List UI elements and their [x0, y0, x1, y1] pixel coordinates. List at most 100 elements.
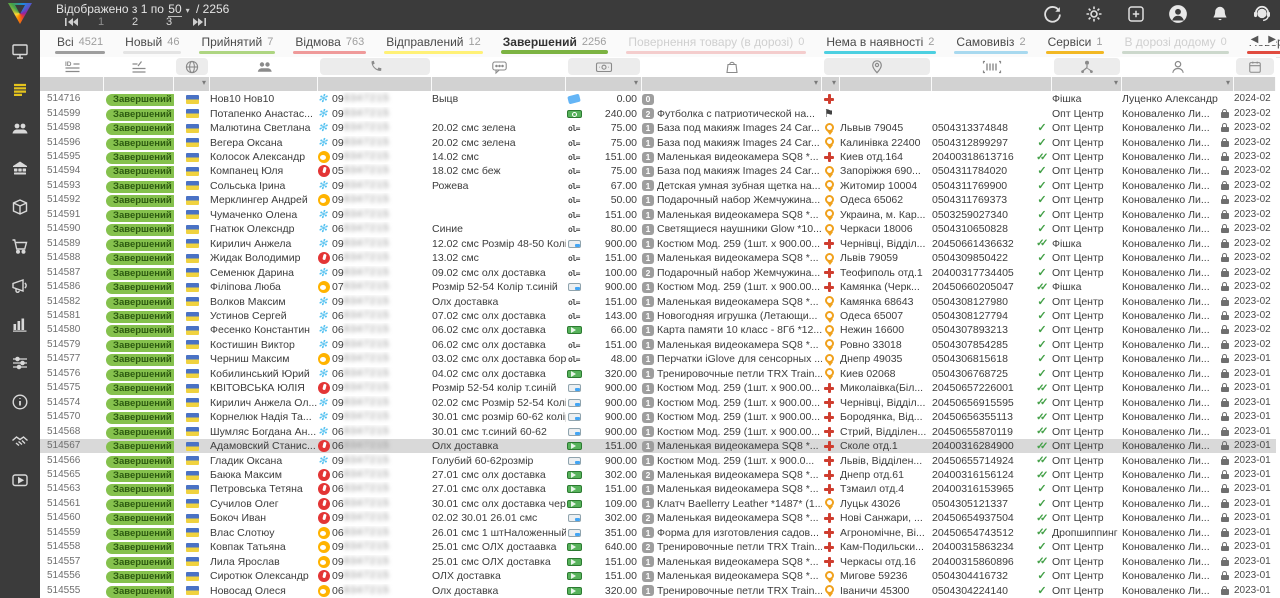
filter-id[interactable] — [40, 77, 104, 91]
filter-tracking[interactable] — [932, 77, 1052, 91]
last-page-button[interactable] — [186, 16, 212, 28]
filter-comment[interactable] — [432, 77, 566, 91]
table-row[interactable]: 514567 Завершений Адамовский Станис... 0… — [40, 439, 1276, 453]
partners-handshake-icon[interactable] — [9, 430, 31, 452]
column-customer-header[interactable] — [210, 58, 318, 75]
automation-sliders-icon[interactable] — [9, 352, 31, 374]
filter-delivery[interactable] — [822, 77, 840, 91]
products-box-icon[interactable] — [9, 196, 31, 218]
tab-Сервіси[interactable]: Сервіси1 — [1037, 30, 1114, 57]
table-row[interactable]: 514563 Завершений Петровська Тетяна 06 2… — [40, 482, 1276, 496]
page-number[interactable]: 3 — [152, 16, 186, 28]
table-row[interactable]: 514589 Завершений Кирилич Анжела 09 12.0… — [40, 237, 1276, 251]
table-row[interactable]: 514561 Завершений Сучилов Олег 06 30.01 … — [40, 497, 1276, 511]
table-row[interactable]: 514557 Завершений Лила Ярослав 09 25.01 … — [40, 555, 1276, 569]
table-row[interactable]: 514566 Завершений Гладик Оксана 09 Голуб… — [40, 453, 1276, 467]
table-row[interactable]: 514598 Завершений Малютина Светлана 09 2… — [40, 121, 1276, 135]
per-page-select[interactable]: 50 — [168, 2, 181, 17]
page-number[interactable]: 2 — [118, 16, 152, 28]
table-row[interactable]: 514596 Завершений Вегера Оксана 09 20.02… — [40, 135, 1276, 149]
filter-phone[interactable] — [318, 77, 432, 91]
table-row[interactable]: 514565 Завершений Баюка Максим 06 27.01 … — [40, 468, 1276, 482]
filter-manager[interactable] — [1122, 77, 1234, 91]
table-row[interactable]: 514558 Завершений Ковпак Татьяна 09 25.0… — [40, 540, 1276, 554]
video-tutorials-icon[interactable] — [9, 469, 31, 491]
tabs-scroll-right-icon[interactable]: ▶ — [1268, 34, 1276, 45]
table-row[interactable]: 514590 Завершений Гнатюк Олексндр 06 Син… — [40, 222, 1276, 236]
column-phone-header[interactable] — [320, 58, 430, 75]
table-row[interactable]: 514599 Завершений Потапенко Анастас... 0… — [40, 106, 1276, 120]
column-comment-header[interactable] — [432, 58, 566, 75]
table-row[interactable]: 514570 Завершений Корнелюк Надія Та... 0… — [40, 410, 1276, 424]
column-country-header[interactable] — [176, 58, 208, 75]
table-row[interactable]: 514591 Завершений Чумаченко Олена 09 151… — [40, 208, 1276, 222]
customers-icon[interactable] — [9, 118, 31, 140]
account-avatar-icon[interactable] — [1168, 4, 1188, 24]
filter-city[interactable] — [840, 77, 932, 91]
table-row[interactable]: 514594 Завершений Компанец Юля 05 18.02 … — [40, 164, 1276, 178]
table-row[interactable]: 514579 Завершений Костишин Виктор 09 06.… — [40, 338, 1276, 352]
tab-Всі[interactable]: Всі4521 — [46, 30, 114, 57]
filter-channel[interactable] — [1052, 77, 1122, 91]
refresh-icon[interactable] — [1042, 4, 1062, 24]
table-row[interactable]: 514593 Завершений Сольська Ірина 09 Роже… — [40, 179, 1276, 193]
table-row[interactable]: 514575 Завершений КВІТОВСЬКА ЮЛІЯ 09 Роз… — [40, 381, 1276, 395]
tab-В дорозі додому[interactable]: В дорозі додому0 — [1113, 30, 1237, 57]
filter-customer[interactable] — [210, 77, 318, 91]
statistics-chart-icon[interactable] — [9, 313, 31, 335]
app-logo-icon[interactable] — [8, 3, 32, 24]
tabs-scroll-left-icon[interactable]: ◀ — [1251, 34, 1259, 45]
tab-Новый[interactable]: Новый46 — [114, 30, 190, 57]
notifications-bell-icon[interactable] — [1210, 4, 1230, 24]
table-row[interactable]: 514560 Завершений Бокоч Иван 09 02.02 30… — [40, 511, 1276, 525]
settings-gear-icon[interactable] — [1084, 4, 1104, 24]
table-row[interactable]: 514555 Завершений Новосад Олеся 06 Олх д… — [40, 583, 1276, 597]
column-payment-header[interactable] — [568, 58, 640, 75]
table-row[interactable]: 514588 Завершений Жидак Володимир 06 13.… — [40, 251, 1276, 265]
table-row[interactable]: 514559 Завершений Влас Слотюу 06 26.01 с… — [40, 526, 1276, 540]
table-row[interactable]: 514716 Завершений Нов10 Нов10 09 Выцв 0.… — [40, 92, 1276, 106]
table-row[interactable]: 514586 Завершений Філіпова Люба 07 Розмі… — [40, 280, 1276, 294]
tab-Прийнятий[interactable]: Прийнятий7 — [190, 30, 284, 57]
filter-status[interactable] — [104, 77, 174, 91]
table-row[interactable]: 514581 Завершений Устинов Сергей 06 07.0… — [40, 309, 1276, 323]
table-row[interactable]: 514595 Завершений Колосок Александр 09 1… — [40, 150, 1276, 164]
table-row[interactable]: 514574 Завершений Кирилич Анжела Ол... 0… — [40, 396, 1276, 410]
tab-Самовивіз[interactable]: Самовивіз2 — [945, 30, 1036, 57]
column-delivery-city-header[interactable] — [824, 58, 930, 75]
table-row[interactable]: 514577 Завершений Черниш Максим 09 03.02… — [40, 352, 1276, 366]
column-products-header[interactable] — [642, 58, 822, 75]
column-channel-header[interactable] — [1054, 58, 1120, 75]
info-icon[interactable] — [9, 391, 31, 413]
support-headset-icon[interactable] — [1252, 4, 1272, 24]
column-tracking-header[interactable] — [932, 58, 1052, 75]
filter-products[interactable] — [642, 77, 822, 91]
orders-list-icon[interactable] — [9, 79, 31, 101]
filter-date[interactable] — [1234, 77, 1276, 91]
filter-country[interactable] — [174, 77, 210, 91]
table-row[interactable]: 514576 Завершений Кобилинський Юрий 06 0… — [40, 367, 1276, 381]
first-page-button[interactable] — [58, 16, 84, 28]
column-manager-header[interactable] — [1122, 58, 1234, 75]
tab-Завершений[interactable]: Завершений2256 — [492, 30, 618, 57]
add-new-icon[interactable] — [1126, 4, 1146, 24]
table-row[interactable]: 514582 Завершений Волков Максим 09 Олх д… — [40, 294, 1276, 308]
table-row[interactable]: 514587 Завершений Семенюк Дарина 09 09.0… — [40, 265, 1276, 279]
tab-Відправлений[interactable]: Відправлений12 — [375, 30, 492, 57]
tab-Повернення товару (в дорозі)[interactable]: Повернення товару (в дорозі)0 — [617, 30, 815, 57]
company-icon[interactable] — [9, 157, 31, 179]
column-id-header[interactable]: ID — [40, 58, 104, 75]
table-row[interactable]: 514592 Завершений Мерклингер Андрей 09 5… — [40, 193, 1276, 207]
table-row[interactable]: 514556 Завершений Сиротюк Олександр 09 О… — [40, 569, 1276, 583]
table-row[interactable]: 514568 Завершений Шумляс Богдана Ан... 0… — [40, 424, 1276, 438]
page-number[interactable]: 1 — [84, 16, 118, 28]
table-row[interactable]: 514580 Завершений Фесенко Константин 06 … — [40, 323, 1276, 337]
purchases-cart-icon[interactable] — [9, 235, 31, 257]
column-date-header[interactable] — [1236, 58, 1274, 75]
dashboard-icon[interactable] — [9, 40, 31, 62]
tab-Нема в наявності[interactable]: Нема в наявності2 — [815, 30, 945, 57]
filter-payment[interactable] — [566, 77, 642, 91]
marketing-megaphone-icon[interactable] — [9, 274, 31, 296]
tab-Відмова[interactable]: Відмова763 — [284, 30, 375, 57]
column-status-header[interactable] — [104, 58, 174, 75]
